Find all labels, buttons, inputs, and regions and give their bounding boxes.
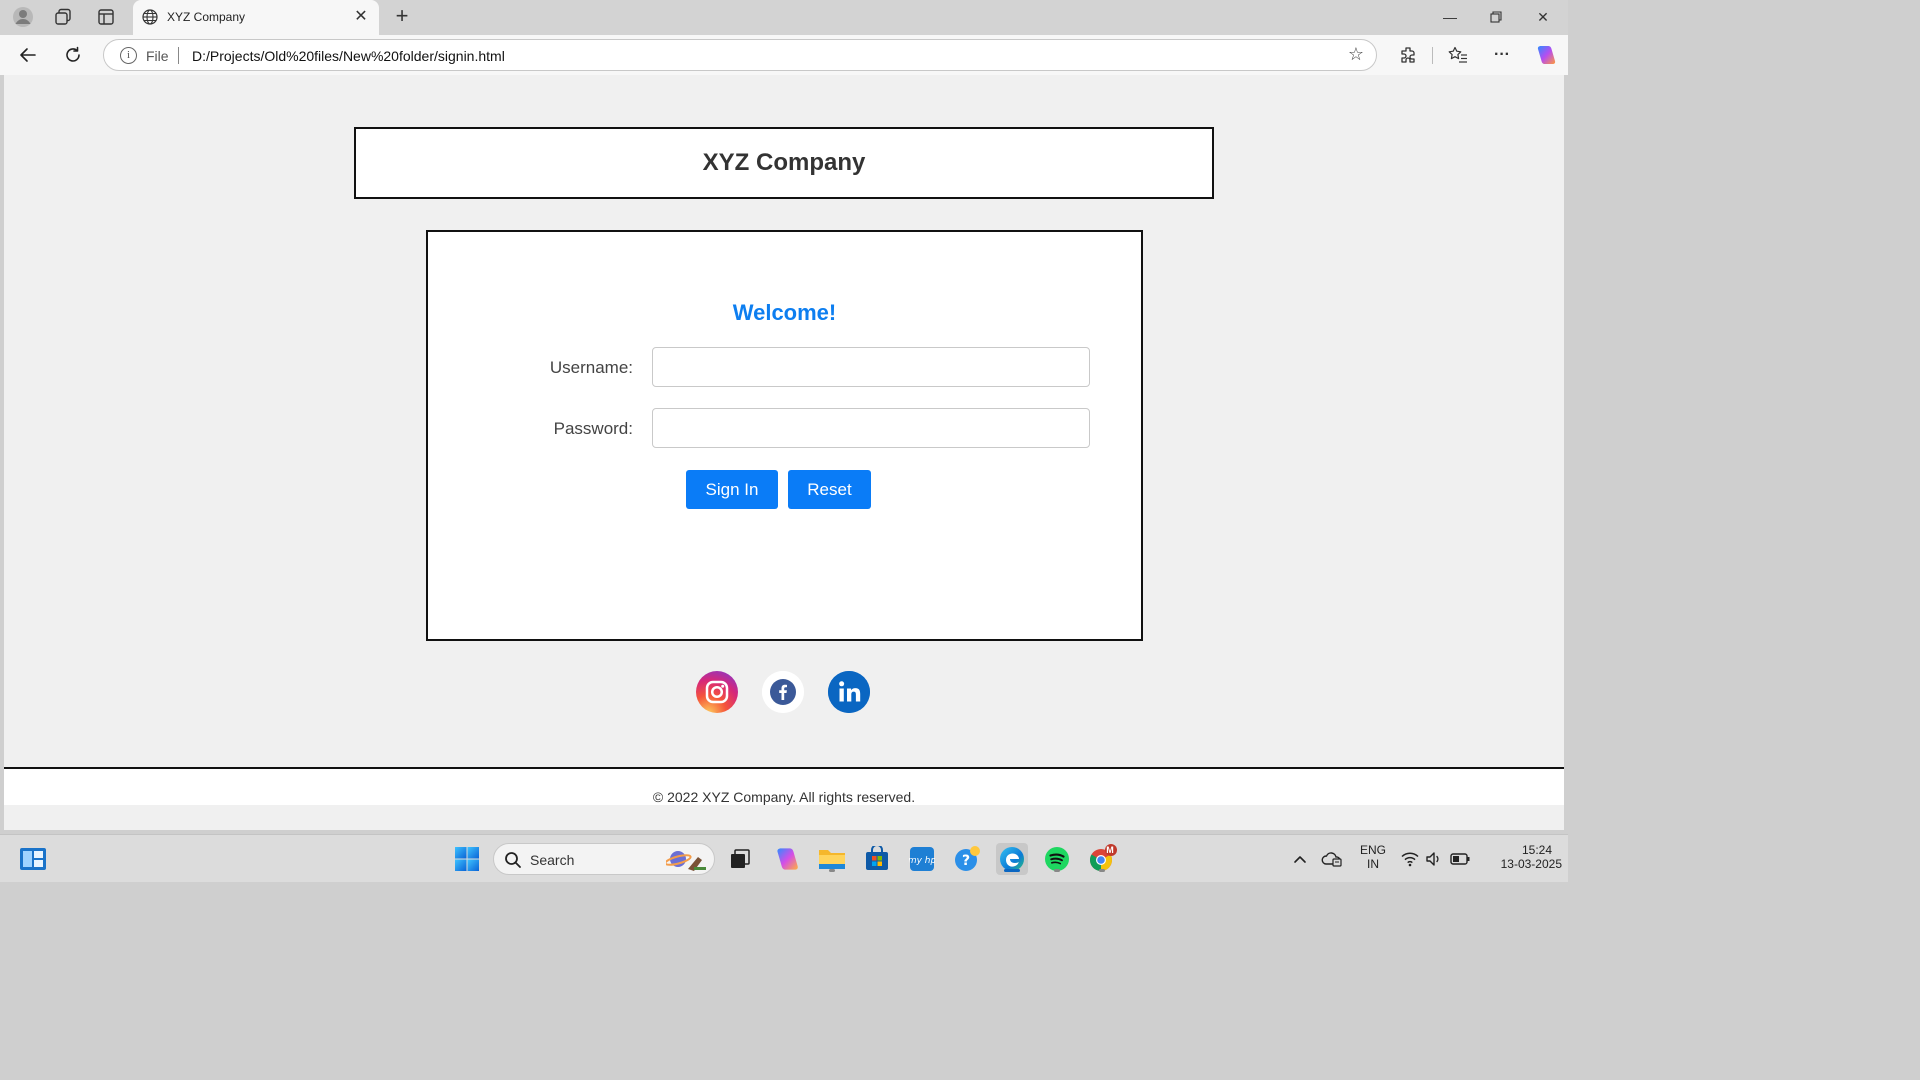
login-form: Welcome! Username: Password: Sign In Res… [426, 230, 1143, 641]
windows-start-icon[interactable] [451, 843, 483, 875]
close-tab-icon[interactable]: ✕ [351, 8, 371, 28]
welcome-heading: Welcome! [732, 300, 837, 325]
username-input[interactable] [652, 347, 1090, 387]
address-bar[interactable]: i File D:/Projects/Old%20files/New%20fol… [103, 39, 1377, 71]
clock-date: 13-03-2025 [1500, 857, 1562, 871]
minimize-icon[interactable]: — [1427, 5, 1473, 29]
language-code: ENG [1359, 843, 1386, 857]
svg-text:my hp: my hp [909, 856, 935, 866]
copilot-app-icon[interactable] [771, 843, 803, 875]
more-options-icon[interactable]: ··· [1489, 43, 1515, 67]
get-help-icon[interactable]: ? [951, 843, 983, 875]
edge-icon[interactable] [996, 843, 1028, 875]
running-indicator [1054, 869, 1060, 872]
linkedin-icon[interactable] [828, 671, 870, 713]
site-info-icon[interactable]: i [120, 47, 137, 64]
favorite-star-icon[interactable]: ☆ [1348, 44, 1364, 65]
copilot-icon[interactable] [1533, 43, 1559, 67]
close-window-icon[interactable]: ✕ [1520, 5, 1566, 29]
page-viewport: XYZ Company Welcome! Username: Password:… [4, 75, 1564, 830]
clock[interactable]: 15:24 13-03-2025 [1478, 843, 1562, 871]
tab-title: XYZ Company [167, 10, 246, 24]
site-title: XYZ Company [702, 149, 866, 176]
workspaces-icon[interactable] [50, 5, 76, 29]
wifi-icon[interactable] [1397, 843, 1423, 875]
running-indicator [1099, 869, 1105, 872]
show-hidden-icons-chevron-icon[interactable] [1286, 843, 1314, 875]
instagram-icon[interactable] [696, 671, 738, 713]
volume-icon[interactable] [1421, 843, 1447, 875]
myhp-icon[interactable]: my hp [906, 843, 938, 875]
chrome-profile-badge: M [1106, 845, 1114, 855]
microsoft-store-icon[interactable] [861, 843, 893, 875]
username-label: Username: [549, 358, 633, 377]
password-input[interactable] [652, 408, 1090, 448]
globe-icon [142, 9, 158, 30]
running-indicator [829, 869, 835, 872]
sign-in-button[interactable]: Sign In [686, 470, 778, 509]
search-highlight-icon [664, 847, 710, 878]
new-tab-icon[interactable]: + [390, 5, 414, 29]
address-divider [178, 47, 179, 64]
taskbar-search[interactable]: Search [493, 843, 715, 875]
url-text[interactable]: D:/Projects/Old%20files/New%20folder/sig… [192, 48, 505, 64]
active-indicator [1004, 869, 1020, 872]
reset-button[interactable]: Reset [788, 470, 871, 509]
profile-icon[interactable] [10, 5, 36, 29]
password-label: Password: [553, 419, 633, 438]
toolbar-divider [1432, 47, 1433, 64]
site-header: XYZ Company [354, 127, 1214, 199]
language-indicator[interactable]: ENG IN [1356, 843, 1390, 871]
scheme-label: File [146, 48, 169, 64]
task-view-icon[interactable] [724, 843, 756, 875]
region-code: IN [1367, 857, 1379, 871]
facebook-icon[interactable] [762, 671, 804, 713]
copyright-text: © 2022 XYZ Company. All rights reserved. [652, 789, 916, 805]
chrome-icon[interactable]: M [1086, 843, 1118, 875]
file-explorer-icon[interactable] [816, 843, 848, 875]
widgets-icon[interactable] [17, 843, 49, 875]
taskbar: Search my hp ? M ENG IN 15:24 13-03-2025 [0, 834, 1568, 882]
onedrive-icon[interactable] [1318, 843, 1346, 875]
browser-tab-strip: XYZ Company ✕ + — ✕ [0, 0, 1568, 35]
restore-icon[interactable] [1473, 5, 1519, 29]
search-label: Search [530, 852, 575, 868]
extensions-icon[interactable] [1395, 43, 1421, 67]
search-icon [504, 851, 522, 874]
site-footer: © 2022 XYZ Company. All rights reserved. [4, 767, 1564, 805]
back-icon[interactable] [15, 43, 41, 67]
browser-toolbar: i File D:/Projects/Old%20files/New%20fol… [0, 35, 1568, 75]
favorites-icon[interactable] [1445, 43, 1471, 67]
spotify-icon[interactable] [1041, 843, 1073, 875]
svg-text:?: ? [962, 853, 970, 869]
battery-icon[interactable] [1446, 843, 1474, 875]
vertical-tabs-icon[interactable] [93, 5, 119, 29]
clock-time: 15:24 [1521, 843, 1552, 857]
active-tab[interactable]: XYZ Company ✕ [133, 0, 379, 35]
refresh-icon[interactable] [60, 43, 86, 67]
